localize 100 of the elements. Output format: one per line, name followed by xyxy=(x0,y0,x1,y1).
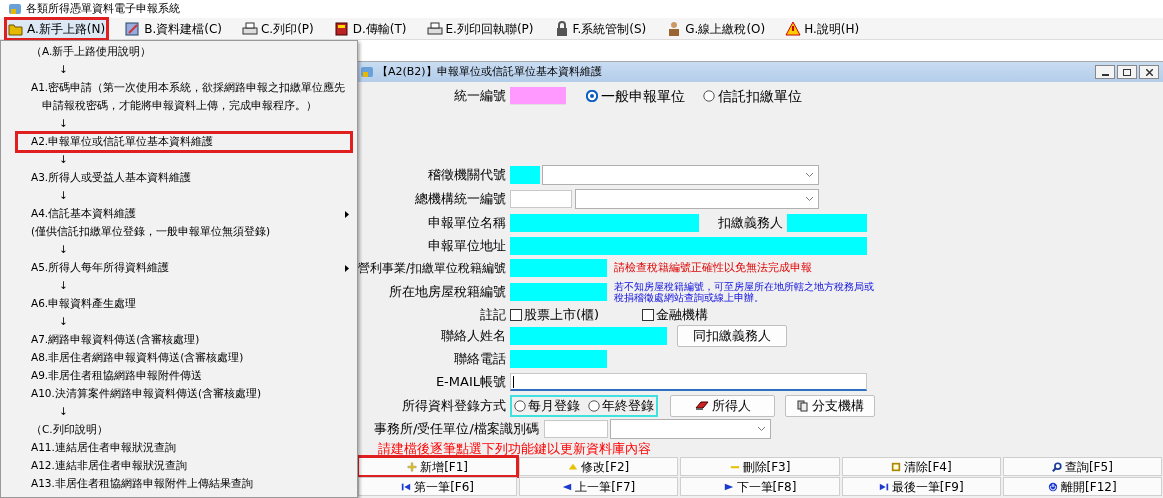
menu-item[interactable]: A.新手上路(N) xyxy=(5,17,109,40)
close-button[interactable] xyxy=(1139,65,1159,79)
radio-button[interactable] xyxy=(514,399,526,412)
dropdown-menu-item[interactable]: A13.非居住者租協網路申報附件上傳結果查詢 xyxy=(17,475,351,493)
menu-item[interactable]: G.線上繳稅(O) xyxy=(663,17,769,40)
radio-label[interactable]: 一般申報單位 xyxy=(601,85,685,107)
function-key-button[interactable]: 修改[F2] xyxy=(519,457,679,476)
dropdown-menu-item[interactable]: A12.連結非居住者申報狀況查詢 xyxy=(17,457,351,475)
dropdown-menu-item[interactable]: A2.申報單位或信託單位基本資料維護 xyxy=(17,133,351,151)
dropdown-menu-item[interactable]: A3.所得人或受益人基本資料維護 xyxy=(17,169,351,187)
function-key-button[interactable]: 查詢[F5] xyxy=(1002,457,1162,476)
checkbox[interactable] xyxy=(642,309,654,321)
down-arrow: ↓ xyxy=(58,242,68,258)
field-label: 聯絡人姓名 xyxy=(440,327,507,346)
restore-icon xyxy=(1123,68,1131,76)
input-field[interactable] xyxy=(510,213,699,232)
input-field[interactable] xyxy=(510,236,867,255)
menu-item[interactable]: C.列印(P) xyxy=(238,17,317,40)
input-field[interactable] xyxy=(510,283,607,301)
input-field[interactable] xyxy=(510,259,607,277)
warning-icon xyxy=(785,20,802,37)
dropdown-menu-item[interactable]: A4.信託基本資料維護 xyxy=(17,205,351,223)
radio-button[interactable] xyxy=(703,90,715,102)
input-field[interactable] xyxy=(787,213,867,232)
hint-note: 若不知房屋稅籍編號，可至房屋所在地所轄之地方稅務局或稅捐稽徵處網站查詢或線上申辦。 xyxy=(614,281,874,303)
dropdown-menu-item[interactable]: （A.新手上路使用說明） xyxy=(17,43,351,61)
dropdown-menu-item[interactable]: (僅供信託扣繳單位登錄，一般申報單位無須登錄) xyxy=(17,223,351,241)
form-button[interactable]: 分支機構 xyxy=(785,394,875,417)
chevron-down-icon xyxy=(805,172,814,178)
function-key-button[interactable]: 最後一筆[F9] xyxy=(841,477,1001,496)
checkbox-label[interactable]: 股票上市(櫃) xyxy=(524,305,600,325)
input-field[interactable] xyxy=(510,350,607,368)
input-field[interactable] xyxy=(510,87,566,105)
documents-icon xyxy=(796,399,809,412)
input-field[interactable] xyxy=(510,373,867,391)
radio-label[interactable]: 年終登錄 xyxy=(602,395,654,416)
radio-button[interactable] xyxy=(586,90,598,102)
dropdown-field[interactable] xyxy=(609,419,771,439)
book-icon xyxy=(333,20,350,37)
checkbox-label[interactable]: 金融機構 xyxy=(656,305,708,325)
function-key-button[interactable]: 第一筆[F6] xyxy=(358,477,518,496)
radio-label[interactable]: 每月登錄 xyxy=(528,395,580,416)
menu-item[interactable]: H.說明(H) xyxy=(782,17,863,40)
dropdown-menu-item[interactable]: A10.決清算案件網路申報資料傳送(含審核處理) xyxy=(17,385,351,403)
notice-text: 請建檔後逐筆點選下列功能鍵以更新資料庫內容 xyxy=(378,439,651,458)
dropdown-menu-item[interactable]: A5.所得人每年所得資料維護 xyxy=(17,259,351,277)
dropdown-field[interactable] xyxy=(542,165,819,185)
down-arrow: ↓ xyxy=(58,152,68,168)
radio-button[interactable] xyxy=(588,399,600,412)
function-key-button[interactable]: 刪除[F3] xyxy=(680,457,840,476)
text-cursor xyxy=(513,375,514,388)
submenu-arrow-icon xyxy=(345,264,349,272)
input-field[interactable] xyxy=(510,327,667,345)
dropdown-menu-item[interactable]: A9.非居住者租協網路申報附件傳送 xyxy=(17,367,351,385)
function-key-button[interactable]: 新增[F1] xyxy=(358,457,518,476)
field-label: 事務所/受任單位/檔案識別碼 xyxy=(374,420,540,439)
function-key-button[interactable]: 下一筆[F8] xyxy=(680,477,840,496)
field-label: 註記 xyxy=(479,306,507,325)
dropdown-menu-item[interactable]: A7.網路申報資料傳送(含審核處理) xyxy=(17,331,351,349)
chevron-down-icon xyxy=(756,426,766,432)
app-logo-icon xyxy=(8,2,22,16)
menu-item[interactable]: F.系統管制(S) xyxy=(550,17,650,40)
previous-icon xyxy=(562,481,573,492)
input-field[interactable] xyxy=(510,166,540,184)
window-title: 【A2(B2)】申報單位或信託單位基本資料維護 xyxy=(377,63,602,80)
dropdown-menu-item[interactable]: A1.密碼申請（第一次使用本系統，欲採網路申報之扣繳單位應先 xyxy=(17,79,351,97)
input-field[interactable] xyxy=(510,190,572,208)
field-label: 營利事業/扣繳單位稅籍編號 xyxy=(358,260,508,277)
dropdown-menu-item[interactable]: A6.申報資料產生處理 xyxy=(17,295,351,313)
app-title: 各類所得憑單資料電子申報系統 xyxy=(26,0,180,17)
form-button[interactable]: 所得人 xyxy=(670,394,775,417)
first-record-icon xyxy=(401,481,412,492)
dropdown-menu-item[interactable]: A11.連結居住者申報狀況查詢 xyxy=(17,439,351,457)
input-field[interactable] xyxy=(543,420,608,438)
down-arrow: ↓ xyxy=(58,278,68,294)
menu-item[interactable]: B.資料建檔(C) xyxy=(122,17,225,40)
dropdown-field[interactable] xyxy=(575,189,819,209)
field-label: 申報單位地址 xyxy=(427,236,507,255)
function-key-button[interactable]: 上一筆[F7] xyxy=(519,477,679,496)
checkbox[interactable] xyxy=(510,309,522,321)
minimize-button[interactable] xyxy=(1095,65,1115,79)
function-key-button[interactable]: 清除[F4] xyxy=(841,457,1001,476)
function-key-button[interactable]: 離開[F12] xyxy=(1002,477,1162,496)
plus-icon xyxy=(407,461,418,472)
app-logo-icon xyxy=(360,65,374,79)
menu-item[interactable]: E.列印回執聯(P) xyxy=(423,17,537,40)
field-label: 總機構統一編號 xyxy=(414,190,507,209)
dropdown-menu-item[interactable]: A8.非居住者網路申報資料傳送(含審核處理) xyxy=(17,349,351,367)
dropdown-menu-item[interactable]: （C.列印說明） xyxy=(17,421,351,439)
field-label: 扣繳義務人 xyxy=(717,213,784,232)
square-icon xyxy=(890,461,901,472)
field-label: E-MAIL帳號 xyxy=(434,373,507,392)
restore-button[interactable] xyxy=(1117,65,1137,79)
dropdown-menu-item[interactable]: 申請報稅密碼，才能將申報資料上傳，完成申報程序。） xyxy=(17,97,351,115)
field-label: 所在地房屋稅籍編號 xyxy=(388,283,507,302)
field-label: 申報單位名稱 xyxy=(427,213,507,232)
menu-item[interactable]: D.傳輸(T) xyxy=(330,17,410,40)
next-icon xyxy=(723,481,734,492)
form-button[interactable]: 同扣繳義務人 xyxy=(677,325,787,347)
radio-label[interactable]: 信託扣繳單位 xyxy=(718,85,802,107)
